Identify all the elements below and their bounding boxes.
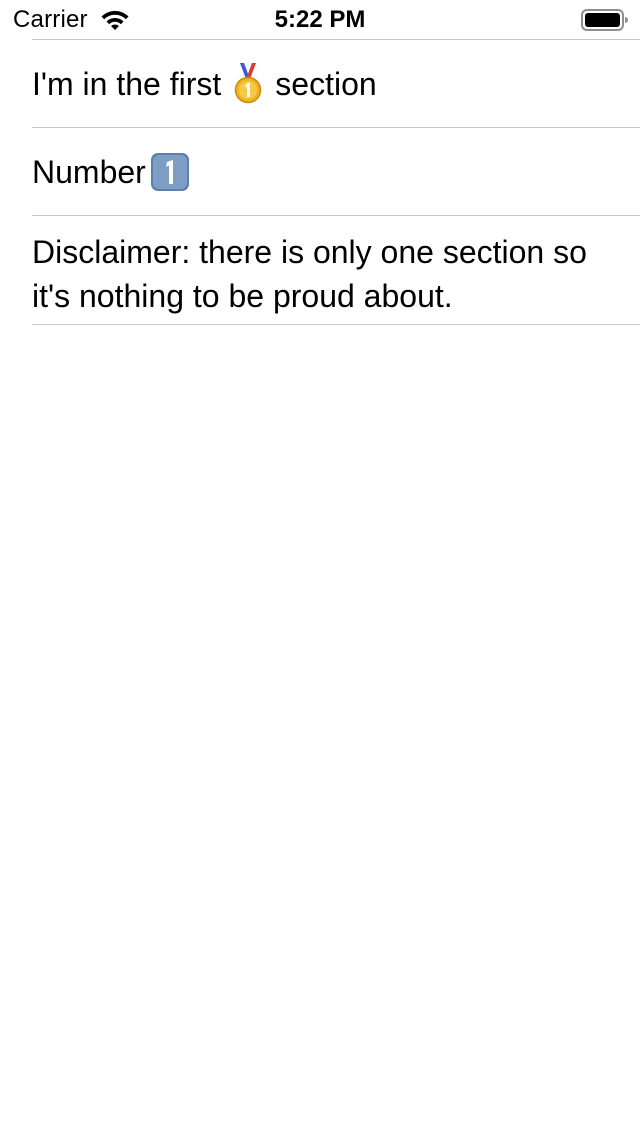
battery-icon — [581, 9, 628, 31]
row-label: Disclaimer: there is only one section so… — [32, 234, 596, 314]
table-row-number[interactable]: Number — [32, 128, 640, 216]
row-text-before: Number — [32, 154, 146, 190]
row-label: Number — [32, 128, 640, 195]
keycap-one-icon — [150, 152, 190, 192]
table-row-first-section[interactable]: I'm in the first section — [32, 39, 640, 128]
row-text-after: section — [275, 66, 377, 102]
first-place-medal-icon — [231, 61, 265, 105]
status-bar: Carrier 5:22 PM — [0, 0, 640, 40]
row-text-before: I'm in the first — [32, 66, 222, 102]
status-time: 5:22 PM — [274, 6, 366, 33]
row-label: I'm in the first section — [32, 40, 640, 109]
table-view: I'm in the first section Number Disclaim… — [0, 39, 640, 325]
table-row-disclaimer[interactable]: Disclaimer: there is only one section so… — [32, 216, 640, 325]
